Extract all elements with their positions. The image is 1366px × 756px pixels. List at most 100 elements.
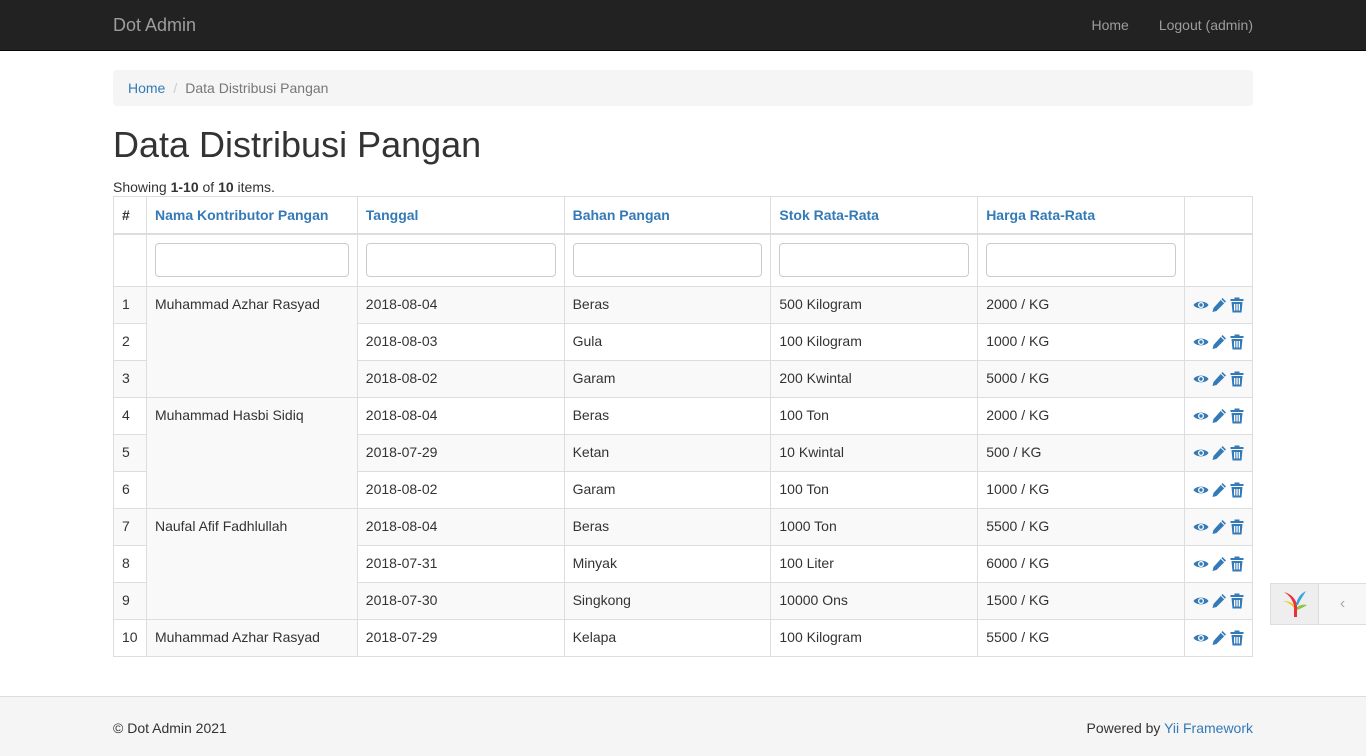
cell-price: 5500 / KG <box>977 508 1185 546</box>
view-eye-icon[interactable] <box>1193 445 1209 461</box>
page-title: Data Distribusi Pangan <box>113 124 482 165</box>
edit-pencil-icon[interactable] <box>1211 334 1227 350</box>
sort-date-link[interactable]: Tanggal <box>366 207 419 223</box>
cell-date: 2018-07-29 <box>356 619 565 657</box>
cell-number: 8 <box>113 545 147 583</box>
cell-actions <box>1183 397 1254 435</box>
edit-pencil-icon[interactable] <box>1211 593 1227 609</box>
cell-stock: 1000 Ton <box>770 508 979 546</box>
cell-food: Minyak <box>563 545 772 583</box>
cell-date: 2018-08-04 <box>356 286 565 324</box>
footer-powered-prefix: Powered by <box>1086 720 1165 736</box>
column-header-food[interactable]: Bahan Pangan <box>563 196 772 235</box>
table-row: 10 Muhammad Azhar Rasyad 2018-07-29 Kelapa 1… <box>113 619 1254 657</box>
edit-pencil-icon[interactable] <box>1211 482 1227 498</box>
delete-trash-icon[interactable] <box>1229 408 1245 424</box>
cell-price: 5500 / KG <box>977 619 1185 657</box>
sort-stock-link[interactable]: Stok Rata-Rata <box>779 207 879 223</box>
cell-actions <box>1183 286 1254 324</box>
view-eye-icon[interactable] <box>1193 482 1209 498</box>
cell-number: 4 <box>113 397 147 435</box>
filter-date-input[interactable] <box>365 242 556 277</box>
breadcrumb: Home / Data Distribusi Pangan <box>113 70 1253 106</box>
cell-price: 2000 / KG <box>977 286 1185 324</box>
column-header-stock[interactable]: Stok Rata-Rata <box>770 196 979 235</box>
sort-contributor-link[interactable]: Nama Kontributor Pangan <box>155 207 328 223</box>
cell-stock: 100 Kilogram <box>770 619 979 657</box>
view-eye-icon[interactable] <box>1193 334 1209 350</box>
main-container: Home / Data Distribusi Pangan Data Distr… <box>113 51 1254 657</box>
edit-pencil-icon[interactable] <box>1211 445 1227 461</box>
column-header-price[interactable]: Harga Rata-Rata <box>977 196 1185 235</box>
filter-price-input[interactable] <box>986 242 1176 277</box>
delete-trash-icon[interactable] <box>1229 593 1245 609</box>
column-header-contributor[interactable]: Nama Kontributor Pangan <box>145 196 358 235</box>
breadcrumb-home-link[interactable]: Home <box>128 80 165 96</box>
nav-home-link[interactable]: Home <box>1076 0 1143 50</box>
cell-actions <box>1183 323 1254 361</box>
edit-pencil-icon[interactable] <box>1211 556 1227 572</box>
cell-number: 5 <box>113 434 147 472</box>
cell-contributor: Muhammad Hasbi Sidiq <box>145 397 358 509</box>
delete-trash-icon[interactable] <box>1229 519 1245 535</box>
column-header-date[interactable]: Tanggal <box>356 196 565 235</box>
cell-stock: 10000 Ons <box>770 582 979 620</box>
debug-toggle-icon[interactable]: ‹ <box>1319 584 1366 624</box>
brand-link[interactable]: Dot Admin <box>113 15 196 35</box>
navbar: Dot Admin Home Logout (admin) <box>0 0 1366 51</box>
view-eye-icon[interactable] <box>1193 556 1209 572</box>
cell-price: 2000 / KG <box>977 397 1185 435</box>
cell-price: 6000 / KG <box>977 545 1185 583</box>
cell-date: 2018-08-02 <box>356 360 565 398</box>
delete-trash-icon[interactable] <box>1229 556 1245 572</box>
delete-trash-icon[interactable] <box>1229 482 1245 498</box>
summary-suffix: items. <box>233 179 275 195</box>
delete-trash-icon[interactable] <box>1229 630 1245 646</box>
delete-trash-icon[interactable] <box>1229 297 1245 313</box>
grid-summary: Showing 1-10 of 10 items. <box>113 178 1253 196</box>
cell-stock: 100 Kilogram <box>770 323 979 361</box>
cell-date: 2018-07-30 <box>356 582 565 620</box>
table-row: 7 Naufal Afif Fadhlullah 2018-08-04 Beras 10… <box>113 508 1254 620</box>
edit-pencil-icon[interactable] <box>1211 408 1227 424</box>
filter-cell-empty <box>1183 233 1254 287</box>
cell-food: Kelapa <box>563 619 772 657</box>
delete-trash-icon[interactable] <box>1229 371 1245 387</box>
cell-number: 6 <box>113 471 147 509</box>
edit-pencil-icon[interactable] <box>1211 297 1227 313</box>
cell-price: 1500 / KG <box>977 582 1185 620</box>
cell-number: 3 <box>113 360 147 398</box>
view-eye-icon[interactable] <box>1193 297 1209 313</box>
footer-copyright: © Dot Admin 2021 <box>113 720 227 736</box>
cell-food: Garam <box>563 360 772 398</box>
delete-trash-icon[interactable] <box>1229 445 1245 461</box>
filter-cell <box>563 233 772 287</box>
cell-stock: 500 Kilogram <box>770 286 979 324</box>
view-eye-icon[interactable] <box>1193 593 1209 609</box>
cell-date: 2018-07-31 <box>356 545 565 583</box>
summary-total: 10 <box>218 179 234 195</box>
delete-trash-icon[interactable] <box>1229 334 1245 350</box>
view-eye-icon[interactable] <box>1193 630 1209 646</box>
filter-cell <box>977 233 1185 287</box>
sort-food-link[interactable]: Bahan Pangan <box>573 207 670 223</box>
view-eye-icon[interactable] <box>1193 519 1209 535</box>
yii-logo-icon[interactable] <box>1271 584 1319 624</box>
edit-pencil-icon[interactable] <box>1211 519 1227 535</box>
edit-pencil-icon[interactable] <box>1211 371 1227 387</box>
cell-actions <box>1183 471 1254 509</box>
filter-stock-input[interactable] <box>779 242 970 277</box>
filter-cell <box>770 233 979 287</box>
yii-framework-link[interactable]: Yii Framework <box>1164 720 1253 736</box>
view-eye-icon[interactable] <box>1193 408 1209 424</box>
cell-actions <box>1183 360 1254 398</box>
edit-pencil-icon[interactable] <box>1211 630 1227 646</box>
view-eye-icon[interactable] <box>1193 371 1209 387</box>
nav-logout-link[interactable]: Logout (admin) <box>1144 0 1253 50</box>
cell-food: Beras <box>563 397 772 435</box>
cell-stock: 10 Kwintal <box>770 434 979 472</box>
filter-food-input[interactable] <box>572 242 763 277</box>
sort-price-link[interactable]: Harga Rata-Rata <box>986 207 1095 223</box>
debug-toolbar: ‹ <box>1270 583 1366 625</box>
filter-contributor-input[interactable] <box>154 242 349 277</box>
